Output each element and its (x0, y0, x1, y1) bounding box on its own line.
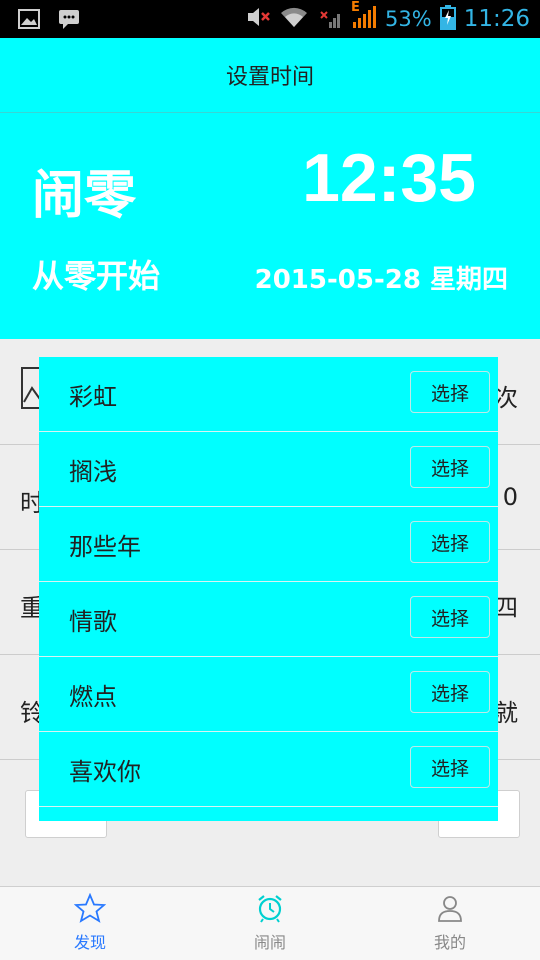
select-button[interactable]: 选择 (410, 596, 490, 638)
select-button[interactable]: 选择 (410, 371, 490, 413)
settings-row-2-value: 0 (502, 483, 518, 511)
song-name: 那些年 (69, 533, 141, 561)
song-name: 搁浅 (69, 458, 117, 486)
network-type-label: E (351, 0, 360, 15)
message-notification-icon (58, 8, 80, 34)
list-item: 燃点 选择 (39, 657, 498, 732)
status-bar: E 53% 11:26 (0, 0, 540, 38)
select-button[interactable]: 选择 (410, 746, 490, 788)
alarm-clock-icon (255, 895, 285, 927)
alarm-name: 闹零 (32, 166, 137, 226)
nav-tab-alarm[interactable]: 闹闹 (220, 893, 320, 953)
title-bar: 设置时间 (0, 38, 540, 113)
alarm-time[interactable]: 12:35 (302, 139, 476, 217)
nav-tab-mine[interactable]: 我的 (400, 893, 500, 953)
list-item: 彩虹 选择 (39, 357, 498, 432)
nav-label-alarm: 闹闹 (253, 933, 286, 952)
list-item: 情歌 选择 (39, 582, 498, 657)
app-screen: E 53% 11:26 设置时间 闹零 12:35 从零开始 2015-05-2… (0, 0, 540, 960)
signal-e-icon: E (351, 0, 377, 34)
nav-label-mine: 我的 (433, 933, 466, 952)
alarm-subtitle: 从零开始 (32, 257, 161, 295)
list-item: 那些年 选择 (39, 507, 498, 582)
wifi-icon (279, 5, 309, 33)
nav-tab-discover[interactable]: 发现 (40, 892, 140, 953)
mute-icon (245, 4, 271, 34)
nav-label-discover: 发现 (73, 933, 106, 952)
song-name: 燃点 (69, 683, 117, 711)
song-name: 情歌 (69, 608, 117, 636)
bottom-nav: 发现 闹闹 我的 (0, 886, 540, 960)
select-button[interactable]: 选择 (410, 671, 490, 713)
alarm-date: 2015-05-28 星期四 (254, 265, 508, 295)
song-name: 喜欢你 (69, 758, 141, 786)
song-name: 彩虹 (69, 383, 117, 411)
list-item: 喜欢你 选择 (39, 732, 498, 807)
list-item: 搁浅 选择 (39, 432, 498, 507)
battery-charging-icon (439, 4, 456, 34)
ringtone-popup-list: 彩虹 选择 搁浅 选择 那些年 选择 情歌 选择 燃点 选择 喜欢你 选择 (39, 357, 498, 821)
select-button[interactable]: 选择 (410, 521, 490, 563)
alarm-header: 闹零 12:35 从零开始 2015-05-28 星期四 (0, 113, 540, 339)
clock: 11:26 (463, 6, 530, 32)
page-title: 设置时间 (225, 65, 314, 90)
person-icon (435, 896, 465, 927)
star-icon (73, 892, 107, 927)
signal-no-service-icon (317, 4, 343, 34)
battery-percent: 53% (385, 7, 432, 31)
gallery-notification-icon (18, 8, 40, 34)
select-button[interactable]: 选择 (410, 446, 490, 488)
